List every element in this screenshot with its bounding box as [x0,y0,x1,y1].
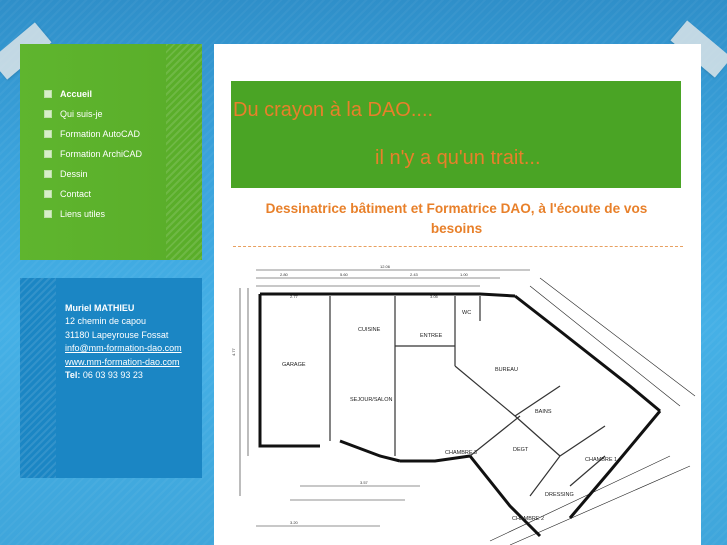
contact-phone: Tel: 06 03 93 93 23 [65,369,182,382]
svg-text:5.60: 5.60 [340,272,349,277]
menu-item-qui-suis-je[interactable]: Qui suis-je [44,104,142,124]
svg-text:2.80: 2.80 [280,272,289,277]
main-navigation: Accueil Qui suis-je Formation AutoCAD Fo… [20,44,202,260]
room-label-dressing: DRESSING [545,492,574,498]
menu-item-label: Accueil [60,89,93,99]
phone-number: 06 03 93 93 23 [82,370,143,381]
svg-text:1.00: 1.00 [460,272,469,277]
bullet-icon [44,150,52,158]
svg-text:12.06: 12.06 [380,264,391,269]
bullet-icon [44,90,52,98]
bullet-icon [44,110,52,118]
bullet-icon [44,210,52,218]
svg-text:2.43: 2.43 [410,272,419,277]
room-labels: GARAGE CUISINE ENTREE WC BUREAU SEJOUR/S… [282,310,617,522]
banner-text-line1: Du crayon à la DAO.... [233,99,434,121]
menu-item-label: Qui suis-je [60,109,103,119]
phone-label: Tel: [65,370,81,381]
room-label-sejour: SEJOUR/SALON [350,397,393,403]
contact-name: Muriel MATHIEU [65,303,135,313]
floor-plan-image: GARAGE CUISINE ENTREE WC BUREAU SEJOUR/S… [231,264,696,545]
banner-text-line2: il n'y a qu'un trait... [375,147,541,169]
menu-item-accueil[interactable]: Accueil [44,84,142,104]
interior-walls [329,296,606,497]
main-content: Du crayon à la DAO.... il n'y a qu'un tr… [214,44,701,545]
room-label-chambre2: CHAMBRE 2 [512,516,544,522]
svg-text:3.57: 3.57 [360,480,369,485]
bullet-icon [44,130,52,138]
room-label-entree: ENTREE [420,333,443,339]
divider [233,246,683,247]
room-label-degt: DEGT [513,447,529,453]
menu-item-label: Contact [60,189,92,199]
menu-item-label: Liens utiles [60,209,106,219]
contact-address-line2: 31180 Lapeyrouse Fossat [65,329,169,340]
menu-item-label: Dessin [60,169,88,179]
bullet-icon [44,170,52,178]
page-subtitle: Dessinatrice bâtiment et Formatrice DAO,… [265,201,648,236]
room-label-bureau: BUREAU [495,367,518,373]
svg-text:3.05: 3.05 [430,294,439,299]
room-label-cuisine: CUISINE [358,327,381,333]
menu-item-formation-archicad[interactable]: Formation ArchiCAD [44,144,142,164]
contact-panel: Muriel MATHIEU 12 chemin de capou 31180 … [20,278,202,478]
contact-details: Muriel MATHIEU 12 chemin de capou 31180 … [65,302,182,382]
room-label-garage: GARAGE [282,362,306,368]
menu-item-liens-utiles[interactable]: Liens utiles [44,204,142,224]
svg-text:2.77: 2.77 [290,294,299,299]
contact-website-link[interactable]: www.mm-formation-dao.com [65,357,180,367]
contact-address-line1: 12 chemin de capou [65,316,147,327]
room-label-chambre1: CHAMBRE 1 [585,457,617,463]
hero-banner: Du crayon à la DAO.... il n'y a qu'un tr… [231,81,681,188]
contact-email-link[interactable]: info@mm-formation-dao.com [65,343,182,353]
menu-item-dessin[interactable]: Dessin [44,164,142,184]
menu-item-formation-autocad[interactable]: Formation AutoCAD [44,124,142,144]
svg-text:3.20: 3.20 [290,520,299,525]
svg-text:4.77: 4.77 [231,347,236,356]
menu-list: Accueil Qui suis-je Formation AutoCAD Fo… [44,84,142,224]
room-label-bains: BAINS [535,409,552,415]
room-label-wc: WC [462,310,471,316]
bullet-icon [44,190,52,198]
menu-item-label: Formation AutoCAD [60,129,141,139]
menu-item-label: Formation ArchiCAD [60,149,143,159]
room-label-chambre3: CHAMBRE 3 [445,450,477,456]
menu-item-contact[interactable]: Contact [44,184,142,204]
